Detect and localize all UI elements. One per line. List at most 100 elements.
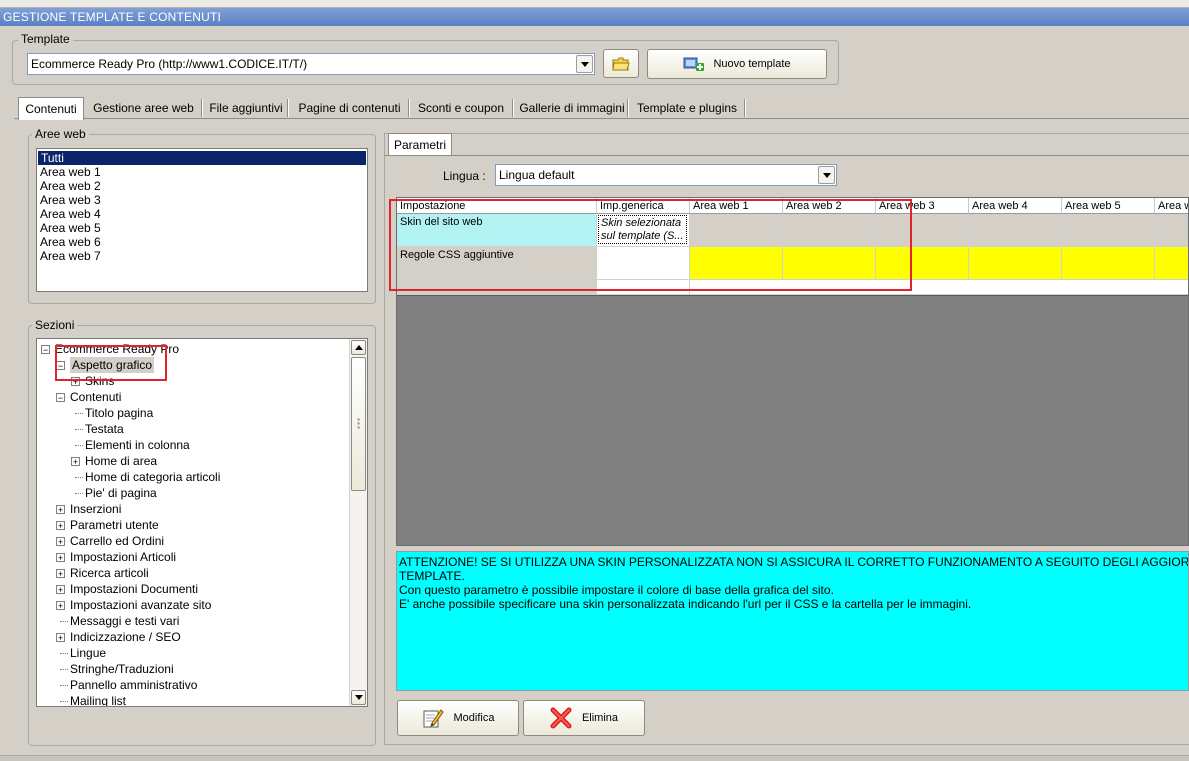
tab-separator bbox=[201, 99, 203, 117]
params-tab-baseline bbox=[384, 155, 1189, 156]
tree-item[interactable]: Home di area bbox=[85, 453, 157, 469]
open-folder-button[interactable] bbox=[603, 49, 639, 78]
expand-icon[interactable]: + bbox=[56, 553, 65, 563]
folder-icon bbox=[612, 57, 630, 70]
tree-item[interactable]: Contenuti bbox=[70, 389, 121, 405]
tab-gallerie-immagini[interactable]: Gallerie di immagini bbox=[517, 97, 627, 119]
sections-tree[interactable]: − Ecommerce Ready Pro − Aspetto grafico + Ski… bbox=[36, 338, 368, 707]
tab-gestione-aree-web[interactable]: Gestione aree web bbox=[86, 97, 201, 119]
tree-connector bbox=[60, 621, 68, 622]
grip-icon: ▪ ▪ ▪ bbox=[357, 415, 360, 432]
list-item[interactable]: Area web 1 bbox=[37, 165, 367, 179]
expand-icon[interactable]: + bbox=[56, 585, 65, 595]
grid-header-area-web-5: Area web 5 bbox=[1062, 198, 1155, 214]
list-item[interactable]: Tutti bbox=[38, 151, 366, 165]
scroll-down-button[interactable] bbox=[351, 690, 366, 705]
tab-separator bbox=[287, 99, 289, 117]
template-select[interactable]: Ecommerce Ready Pro (http://www1.CODICE.… bbox=[27, 53, 595, 75]
sections-group-label: Sezioni bbox=[32, 318, 78, 332]
tree-item[interactable]: Elementi in colonna bbox=[85, 437, 190, 453]
list-item[interactable]: Area web 4 bbox=[37, 207, 367, 221]
top-strip bbox=[0, 0, 1189, 8]
status-strip bbox=[0, 755, 1189, 761]
highlight-box-grid bbox=[389, 199, 912, 291]
list-item[interactable]: Area web 6 bbox=[37, 235, 367, 249]
grid-divider bbox=[397, 295, 1188, 296]
tree-item[interactable]: Carrello ed Ordini bbox=[70, 533, 164, 549]
tree-connector bbox=[60, 669, 68, 670]
tree-connector bbox=[75, 477, 83, 478]
table-cell[interactable] bbox=[969, 247, 1062, 280]
tab-file-aggiuntivi[interactable]: File aggiuntivi bbox=[205, 97, 287, 119]
language-select-value: Lingua default bbox=[499, 168, 575, 182]
chevron-up-icon bbox=[354, 345, 363, 350]
list-item[interactable]: Area web 2 bbox=[37, 179, 367, 193]
tab-separator bbox=[408, 99, 410, 117]
tree-item[interactable]: Inserzioni bbox=[70, 501, 121, 517]
info-warning-line: ATTENZIONE! SE SI UTILIZZA UNA SKIN PERS… bbox=[399, 555, 1189, 569]
chevron-down-icon[interactable] bbox=[576, 55, 593, 73]
language-select[interactable]: Lingua default bbox=[495, 164, 837, 186]
tab-parametri[interactable]: Parametri bbox=[388, 133, 452, 155]
new-template-button[interactable]: Nuovo template bbox=[647, 49, 827, 79]
expand-icon[interactable]: + bbox=[71, 457, 80, 467]
table-cell[interactable] bbox=[1062, 247, 1155, 280]
tab-separator bbox=[627, 99, 629, 117]
expand-icon[interactable]: + bbox=[56, 633, 65, 643]
table-cell[interactable] bbox=[1062, 214, 1155, 247]
info-box: ATTENZIONE! SE SI UTILIZZA UNA SKIN PERS… bbox=[396, 551, 1189, 691]
expand-icon[interactable]: + bbox=[56, 505, 65, 515]
tree-item[interactable]: Home di categoria articoli bbox=[85, 469, 220, 485]
tree-item[interactable]: Titolo pagina bbox=[85, 405, 153, 421]
tree-item[interactable]: Impostazioni Documenti bbox=[70, 581, 198, 597]
tree-connector bbox=[60, 685, 68, 686]
info-warning-line-2: TEMPLATE. bbox=[399, 569, 465, 583]
tree-item[interactable]: Messaggi e testi vari bbox=[70, 613, 179, 629]
collapse-icon[interactable]: − bbox=[56, 393, 65, 403]
tree-connector bbox=[75, 445, 83, 446]
scroll-thumb[interactable]: ▪ ▪ ▪ bbox=[351, 357, 366, 491]
expand-icon[interactable]: + bbox=[56, 569, 65, 579]
tab-pagine-contenuti[interactable]: Pagine di contenuti bbox=[291, 97, 408, 119]
tab-sconti-coupon[interactable]: Sconti e coupon bbox=[412, 97, 510, 119]
list-item[interactable]: Area web 5 bbox=[37, 221, 367, 235]
tree-item[interactable]: Mailing list bbox=[70, 693, 126, 706]
tree-item[interactable]: Parametri utente bbox=[70, 517, 159, 533]
tree-item[interactable]: Indicizzazione / SEO bbox=[70, 629, 181, 645]
tree-connector bbox=[60, 653, 68, 654]
tab-template-plugins[interactable]: Template e plugins bbox=[631, 97, 743, 119]
info-text-line: E' anche possibile specificare una skin … bbox=[399, 597, 972, 611]
areas-list[interactable]: Tutti Area web 1 Area web 2 Area web 3 A… bbox=[36, 148, 368, 292]
grid-header-area-web-6: Area w bbox=[1155, 198, 1188, 214]
tree-scrollbar[interactable]: ▪ ▪ ▪ bbox=[349, 339, 367, 706]
collapse-icon[interactable]: − bbox=[41, 345, 50, 355]
tree-item[interactable]: Pannello amministrativo bbox=[70, 677, 197, 693]
chevron-down-icon[interactable] bbox=[818, 166, 835, 184]
modify-button[interactable]: Modifica bbox=[397, 700, 519, 736]
tree-connector bbox=[75, 493, 83, 494]
tree-item[interactable]: Pie' di pagina bbox=[85, 485, 157, 501]
tree-item[interactable]: Lingue bbox=[70, 645, 106, 661]
tree-item[interactable]: Stringhe/Traduzioni bbox=[70, 661, 174, 677]
table-cell[interactable] bbox=[969, 214, 1062, 247]
tree-item[interactable]: Testata bbox=[85, 421, 124, 437]
table-cell[interactable] bbox=[1155, 247, 1188, 280]
highlight-box-aspetto-grafico bbox=[55, 345, 167, 381]
expand-icon[interactable]: + bbox=[56, 601, 65, 611]
tree-item[interactable]: Ricerca articoli bbox=[70, 565, 149, 581]
list-item[interactable]: Area web 3 bbox=[37, 193, 367, 207]
areas-group-label: Aree web bbox=[32, 127, 89, 141]
scroll-up-button[interactable] bbox=[351, 340, 366, 355]
tree-item[interactable]: Impostazioni avanzate sito bbox=[70, 597, 211, 613]
expand-icon[interactable]: + bbox=[56, 521, 65, 531]
tab-contenuti[interactable]: Contenuti bbox=[18, 97, 84, 120]
language-label: Lingua : bbox=[443, 169, 486, 183]
list-item[interactable]: Area web 7 bbox=[37, 249, 367, 263]
edit-icon bbox=[423, 709, 444, 728]
table-cell[interactable] bbox=[1155, 214, 1188, 247]
grid-header-area-web-4: Area web 4 bbox=[969, 198, 1062, 214]
expand-icon[interactable]: + bbox=[56, 537, 65, 547]
tree-item[interactable]: Impostazioni Articoli bbox=[70, 549, 176, 565]
delete-button[interactable]: Elimina bbox=[523, 700, 645, 736]
add-template-icon bbox=[683, 57, 705, 71]
